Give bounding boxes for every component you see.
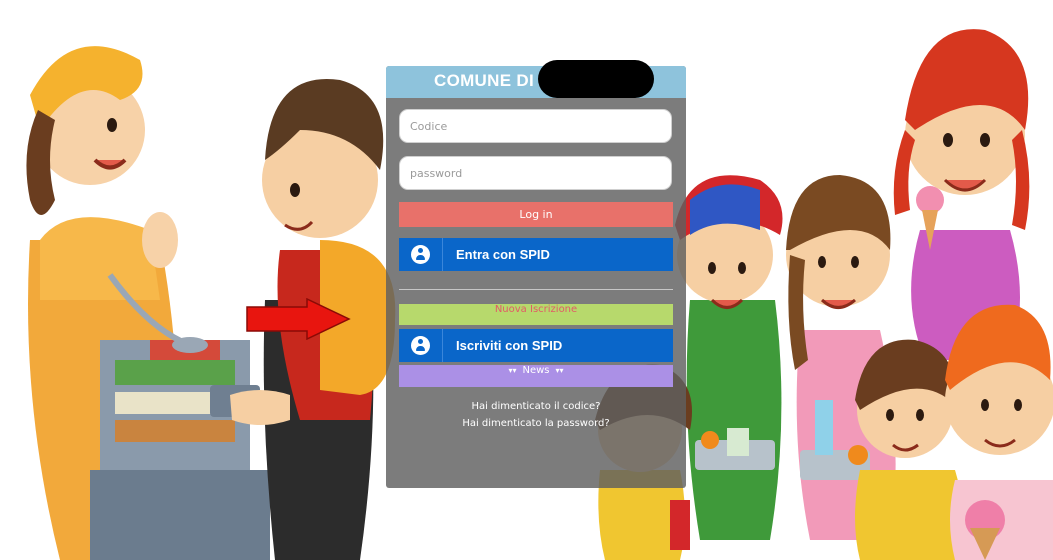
news-button[interactable]: ▾▾ News ▾▾ (399, 365, 673, 387)
user-circle-icon (399, 329, 443, 362)
panel-header: COMUNE DI (386, 60, 686, 98)
ginger-boy-figure (945, 304, 1053, 560)
spid-login-label: Entra con SPID (456, 247, 550, 262)
red-arrow-icon (245, 298, 355, 340)
forgot-password-link[interactable]: Hai dimenticato la password? (386, 418, 686, 429)
forgot-code-link[interactable]: Hai dimenticato il codice? (386, 401, 686, 412)
municipality-title: COMUNE DI (434, 71, 534, 90)
redaction-block (538, 60, 654, 98)
user-circle-icon (399, 238, 443, 271)
spid-register-label: Iscriviti con SPID (456, 338, 563, 353)
news-label: News (522, 365, 550, 376)
login-button[interactable]: Log in (399, 202, 673, 227)
divider (399, 289, 673, 290)
boy-with-cap-figure (675, 175, 783, 540)
new-registration-button[interactable]: Nuova Iscrizione (399, 304, 673, 325)
code-input[interactable] (399, 109, 672, 143)
password-input[interactable] (399, 156, 672, 190)
double-chevron-down-icon: ▾▾ (508, 366, 517, 375)
spid-login-button[interactable]: Entra con SPID (399, 238, 673, 271)
spid-register-button[interactable]: Iscriviti con SPID (399, 329, 673, 362)
login-panel: COMUNE DI Log in Entra con SPID Nuova Is… (386, 60, 686, 488)
double-chevron-down-icon: ▾▾ (555, 366, 564, 375)
